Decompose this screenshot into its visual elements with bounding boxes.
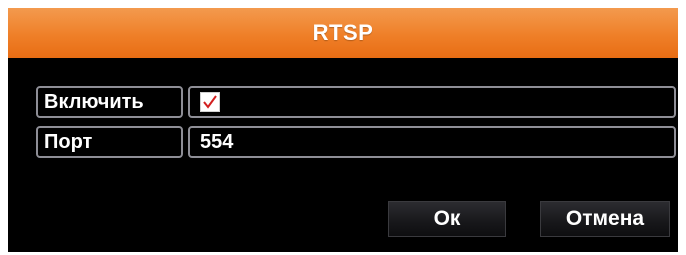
rtsp-settings-form: Включить Порт 554 (36, 86, 676, 166)
ok-button[interactable]: Ок (388, 201, 506, 237)
enable-label-cell: Включить (36, 86, 183, 118)
dialog-title-bar: RTSP (8, 8, 678, 58)
cancel-button-label: Отмена (565, 207, 645, 230)
dialog-title: RTSP (312, 20, 374, 45)
checkmark-icon (203, 95, 217, 109)
rtsp-dialog: RTSP Включить Порт 554 Ок Отмена (8, 8, 678, 252)
cancel-button[interactable]: Отмена (540, 201, 670, 237)
port-row: Порт 554 (36, 126, 676, 162)
enable-value-cell (188, 86, 676, 118)
enable-label: Включить (44, 90, 144, 113)
port-value[interactable]: 554 (200, 131, 233, 154)
port-field[interactable]: 554 (188, 126, 676, 158)
ok-button-label: Ок (433, 207, 461, 230)
port-label-cell: Порт (36, 126, 183, 158)
enable-row: Включить (36, 86, 676, 122)
enable-checkbox[interactable] (200, 92, 220, 112)
port-label: Порт (44, 130, 93, 153)
